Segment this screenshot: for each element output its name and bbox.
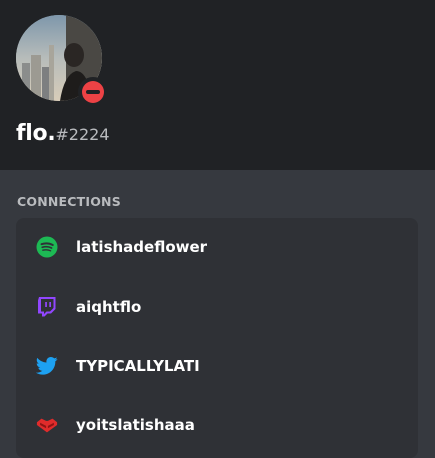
connection-name: TYPICALLYLATI xyxy=(76,357,200,375)
connection-spotify[interactable]: latishadeflower xyxy=(16,218,418,276)
connection-twitch[interactable]: aiqhtflo xyxy=(16,278,418,336)
username: flo. xyxy=(16,121,56,146)
profile-header: flo. #2224 xyxy=(0,0,435,170)
avatar-container[interactable] xyxy=(16,15,108,107)
twitch-icon xyxy=(36,296,58,318)
connections-title: CONNECTIONS xyxy=(17,194,121,209)
connection-name: yoitslatishaaa xyxy=(76,416,195,434)
discriminator: #2224 xyxy=(55,125,110,144)
connection-name: aiqhtflo xyxy=(76,298,142,316)
spotify-icon xyxy=(36,236,58,258)
connection-youtube[interactable]: yoitslatishaaa xyxy=(16,396,418,454)
status-indicator xyxy=(78,77,108,107)
user-name-row: flo. #2224 xyxy=(16,121,110,146)
youtube-icon xyxy=(36,414,58,436)
connection-twitter[interactable]: TYPICALLYLATI xyxy=(16,337,418,395)
twitter-icon xyxy=(36,355,58,377)
dnd-status-icon xyxy=(82,81,104,103)
connections-list: latishadeflower aiqhtflo TYPICALLYLATI y… xyxy=(16,218,418,458)
connection-name: latishadeflower xyxy=(76,238,208,256)
